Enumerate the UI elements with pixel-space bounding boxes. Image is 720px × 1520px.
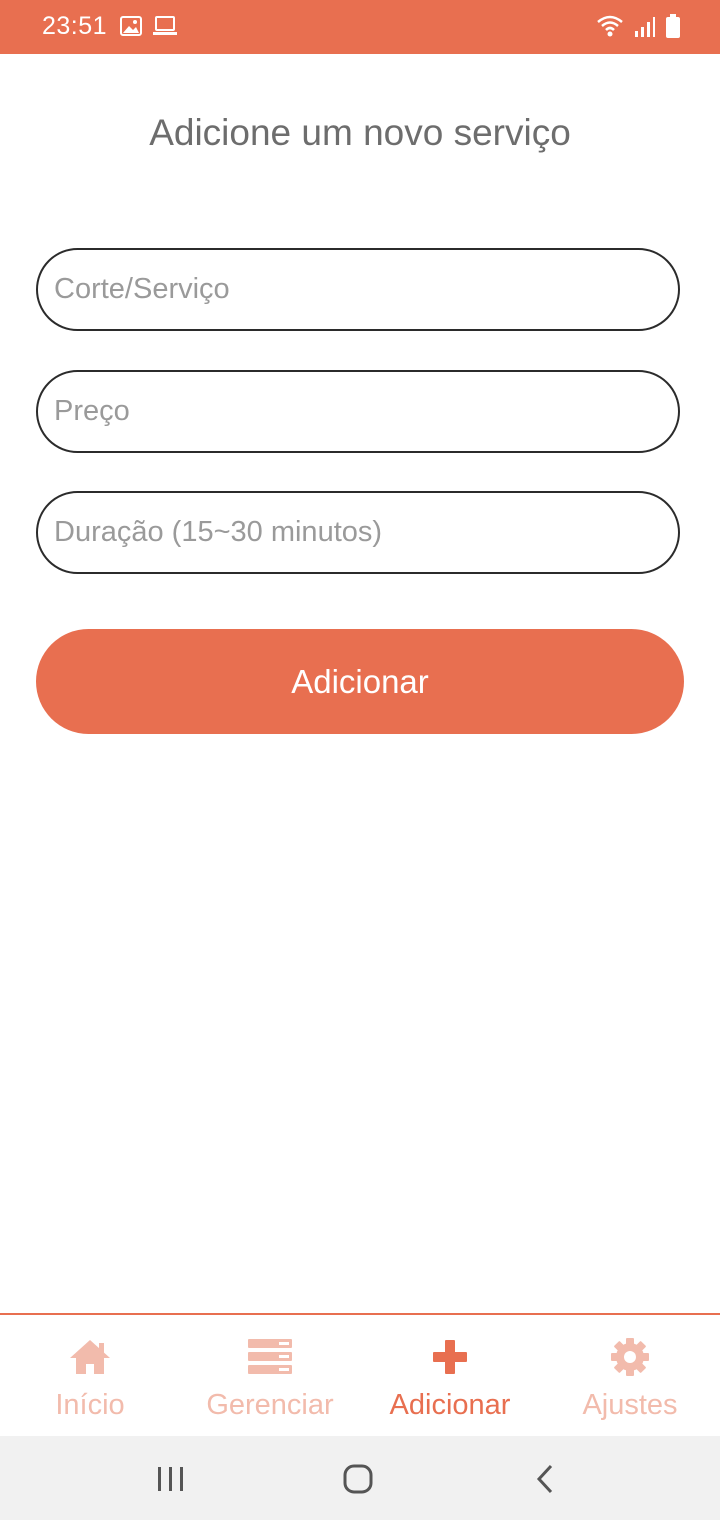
- status-icons-left: [120, 16, 178, 36]
- signal-icon: [635, 17, 655, 37]
- nav-item-gerenciar[interactable]: Gerenciar: [180, 1315, 360, 1436]
- status-time: 23:51: [42, 12, 108, 40]
- status-icons-right: [596, 14, 680, 38]
- plus-icon: [433, 1340, 467, 1374]
- recent-apps-button[interactable]: [146, 1454, 196, 1504]
- service-name-input[interactable]: [36, 248, 680, 331]
- bottom-nav: Início Gerenciar Adicionar Ajustes: [0, 1313, 720, 1436]
- nav-label-inicio: Início: [55, 1389, 125, 1421]
- nav-item-adicionar[interactable]: Adicionar: [360, 1315, 540, 1436]
- price-input[interactable]: [36, 370, 680, 453]
- battery-icon: [666, 14, 680, 38]
- home-circle-icon: [343, 1464, 373, 1494]
- nav-label-adicionar: Adicionar: [389, 1389, 511, 1421]
- system-nav-bar: [0, 1436, 720, 1520]
- home-button[interactable]: [333, 1454, 383, 1504]
- back-icon: [536, 1464, 553, 1494]
- home-icon: [70, 1340, 110, 1374]
- laptop-icon: [153, 16, 177, 35]
- nav-item-inicio[interactable]: Início: [0, 1315, 180, 1436]
- image-icon: [120, 16, 142, 36]
- nav-item-ajustes[interactable]: Ajustes: [540, 1315, 720, 1436]
- gear-icon: [611, 1338, 649, 1376]
- wifi-icon: [597, 15, 623, 37]
- nav-label-gerenciar: Gerenciar: [206, 1389, 334, 1421]
- add-button[interactable]: Adicionar: [36, 629, 684, 734]
- page-title: Adicione um novo serviço: [149, 112, 571, 153]
- list-icon: [248, 1339, 292, 1374]
- back-button[interactable]: [520, 1454, 570, 1504]
- duration-input[interactable]: [36, 491, 680, 574]
- nav-label-ajustes: Ajustes: [582, 1389, 678, 1421]
- recent-apps-icon: [158, 1467, 183, 1491]
- status-bar: 23:51: [0, 0, 720, 54]
